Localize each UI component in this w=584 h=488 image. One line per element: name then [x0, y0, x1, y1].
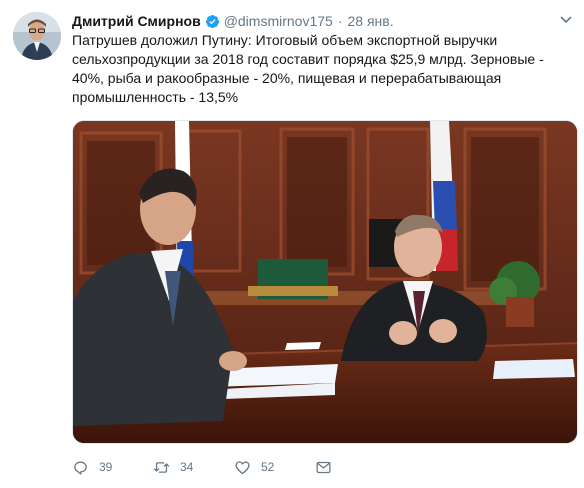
reply-count: 39 — [99, 460, 113, 474]
chevron-down-icon[interactable] — [560, 14, 572, 26]
avatar[interactable] — [13, 12, 61, 60]
photo-image — [73, 121, 577, 443]
message-icon — [316, 461, 331, 473]
reply-button[interactable]: 39 — [72, 459, 153, 476]
author-name[interactable]: Дмитрий Смирнов — [72, 13, 201, 29]
like-button[interactable]: 52 — [234, 459, 315, 476]
author-handle[interactable]: @dimsmirnov175 — [224, 13, 333, 29]
retweet-button[interactable]: 34 — [153, 459, 234, 476]
tweet-date[interactable]: 28 янв. — [348, 13, 394, 29]
tweet: Дмитрий Смирнов @dimsmirnov175 · 28 янв.… — [0, 0, 584, 488]
reply-icon — [74, 461, 87, 475]
avatar-image — [13, 12, 61, 60]
direct-message-button[interactable] — [315, 459, 332, 476]
like-icon — [235, 460, 250, 474]
separator-dot: · — [337, 13, 343, 29]
retweet-icon — [153, 461, 170, 473]
retweet-count: 34 — [180, 460, 194, 474]
verified-badge-icon — [205, 14, 219, 28]
tweet-header: Дмитрий Смирнов @dimsmirnov175 · 28 янв. — [72, 11, 394, 31]
tweet-text: Патрушев доложил Путину: Итоговый объем … — [72, 32, 544, 105]
tweet-actions: 39 34 52 — [72, 456, 492, 478]
like-count: 52 — [261, 460, 275, 474]
tweet-photo[interactable] — [72, 120, 578, 444]
